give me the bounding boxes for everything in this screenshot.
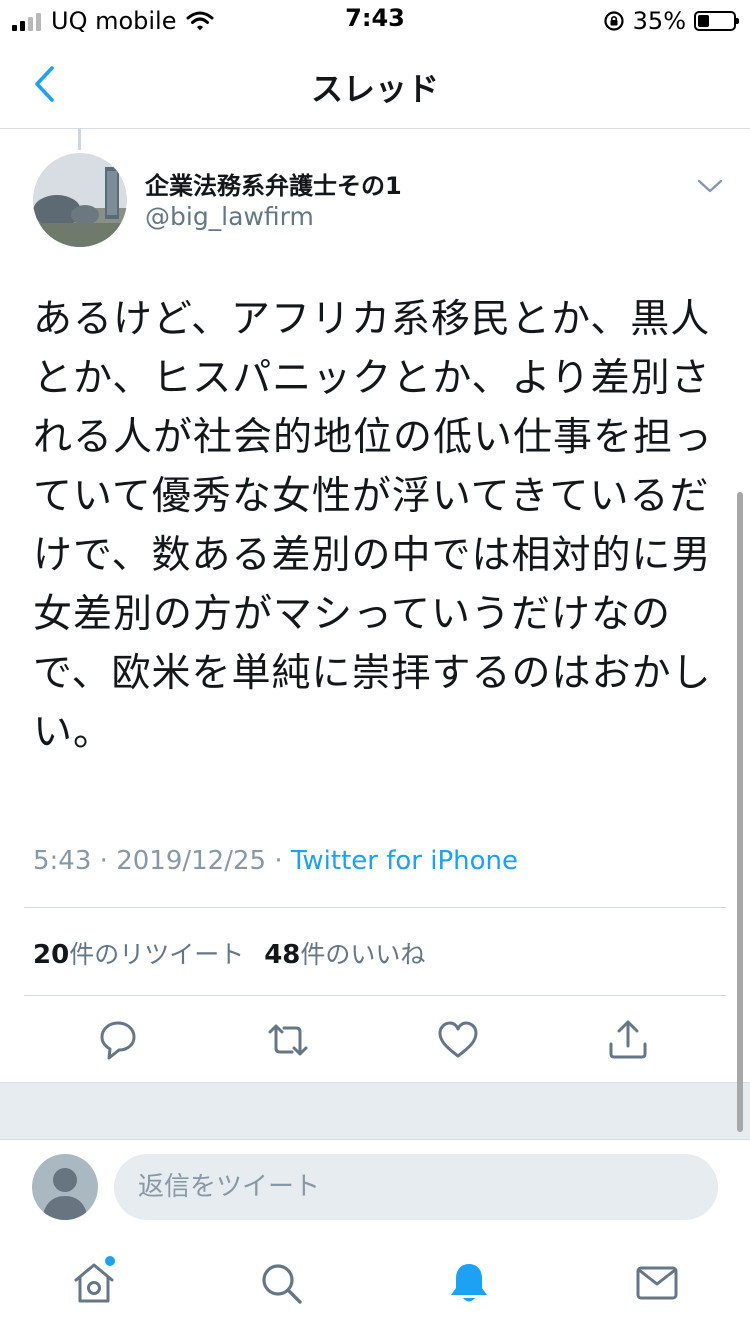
tweet-source-link[interactable]: Twitter for iPhone — [291, 846, 518, 876]
page-title: スレッド — [310, 70, 439, 108]
status-bar: UQ mobile 7:43 35% — [0, 0, 750, 40]
tweet-text-line: とか、ヒスパニックとか、より差別さ — [33, 356, 711, 401]
display-name[interactable]: 企業法務系弁護士その1 — [145, 166, 402, 201]
tweet-text-line: あるけど、アフリカ系移民とか、黒人 — [33, 297, 711, 342]
battery-percent: 35% — [632, 7, 686, 35]
divider — [24, 995, 726, 996]
nav-bar: スレッド — [0, 40, 750, 129]
like-stat[interactable]: 48件のいいね — [264, 935, 425, 971]
heart-icon — [438, 1021, 478, 1058]
reply-button[interactable] — [96, 1018, 140, 1062]
tab-search[interactable] — [258, 1260, 304, 1306]
retweet-button[interactable] — [266, 1018, 310, 1062]
avatar-image — [33, 153, 127, 247]
reply-input[interactable] — [114, 1154, 718, 1220]
like-button[interactable] — [436, 1018, 480, 1062]
search-icon — [262, 1264, 302, 1304]
tab-messages[interactable] — [634, 1260, 680, 1306]
action-bar — [0, 1000, 750, 1082]
retweet-stat[interactable]: 20件のリツイート — [33, 935, 244, 971]
tweet-stats: 20件のリツイート 48件のいいね — [33, 935, 425, 971]
user-handle[interactable]: @big_lawfirm — [145, 202, 314, 231]
tweet-text-line: れる人が社会的地位の低い仕事を担っ — [33, 415, 714, 460]
current-user-avatar[interactable] — [32, 1154, 98, 1220]
reply-icon — [100, 1021, 136, 1060]
chevron-down-icon — [697, 179, 723, 193]
divider — [24, 907, 726, 908]
battery-icon — [694, 11, 739, 31]
tweet-meta: 5:43 · 2019/12/25 · Twitter for iPhone — [33, 846, 518, 876]
mail-icon — [636, 1266, 678, 1300]
tweet-time: 5:43 — [33, 846, 92, 876]
like-count: 48 — [264, 940, 301, 970]
tweet-text-line: い。 — [33, 710, 114, 755]
meta-separator: · — [274, 846, 291, 876]
tweet-text-line: 女差別の方がマシっていうだけなの — [33, 592, 672, 637]
share-button[interactable] — [606, 1018, 650, 1062]
avatar[interactable] — [33, 153, 127, 247]
meta-separator: · — [99, 846, 117, 876]
like-label: 件のいいね — [300, 940, 426, 969]
share-icon — [609, 1020, 647, 1059]
new-content-indicator — [105, 1256, 115, 1266]
thread-connector-line — [78, 128, 81, 150]
tweet-text: あるけど、アフリカ系移民とか、黒人 とか、ヒスパニックとか、より差別さ れる人が… — [33, 290, 713, 762]
more-options-button[interactable] — [696, 176, 724, 196]
tab-bar — [0, 1236, 750, 1334]
tweet-date: 2019/12/25 — [116, 846, 267, 876]
retweet-icon — [268, 1024, 308, 1056]
tab-home[interactable] — [71, 1260, 117, 1306]
tab-notifications[interactable] — [446, 1260, 492, 1306]
section-separator — [0, 1082, 750, 1140]
tweet-text-line: ていて優秀な女性が浮いてきているだ — [33, 474, 710, 519]
tweet-text-line: けで、数ある差別の中では相対的に男 — [33, 533, 712, 578]
scrollbar[interactable] — [737, 492, 743, 1132]
retweet-label: 件のリツイート — [69, 940, 245, 969]
bell-icon — [451, 1264, 487, 1302]
retweet-count: 20 — [33, 940, 70, 970]
orientation-lock-icon — [604, 11, 624, 31]
tweet-text-line: で、欧米を単純に崇拝するのはおかし — [33, 651, 712, 696]
status-right: 35% — [603, 6, 739, 36]
default-avatar-icon — [42, 1168, 88, 1220]
home-icon — [74, 1263, 114, 1303]
